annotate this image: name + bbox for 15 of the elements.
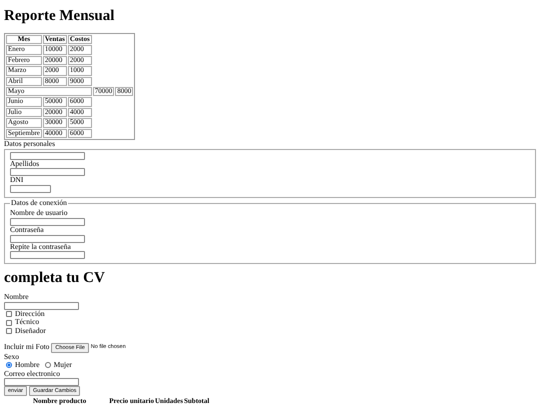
text-input[interactable]	[10, 234, 85, 243]
checkbox[interactable]	[6, 320, 12, 326]
checkbox[interactable]	[6, 311, 12, 318]
text-input[interactable]	[10, 251, 85, 260]
checkbox[interactable]	[6, 328, 12, 334]
text-input[interactable]	[10, 152, 85, 160]
form-title: completa tu CV	[4, 270, 106, 288]
text-input[interactable]	[10, 168, 85, 176]
text-input[interactable]	[4, 302, 79, 310]
email-input[interactable]	[4, 378, 79, 386]
text-input[interactable]	[10, 184, 51, 193]
radio-button[interactable]	[6, 362, 12, 368]
radio-button[interactable]	[44, 362, 51, 368]
text-input[interactable]	[10, 218, 85, 226]
page-title: Reporte Mensual	[4, 8, 116, 25]
